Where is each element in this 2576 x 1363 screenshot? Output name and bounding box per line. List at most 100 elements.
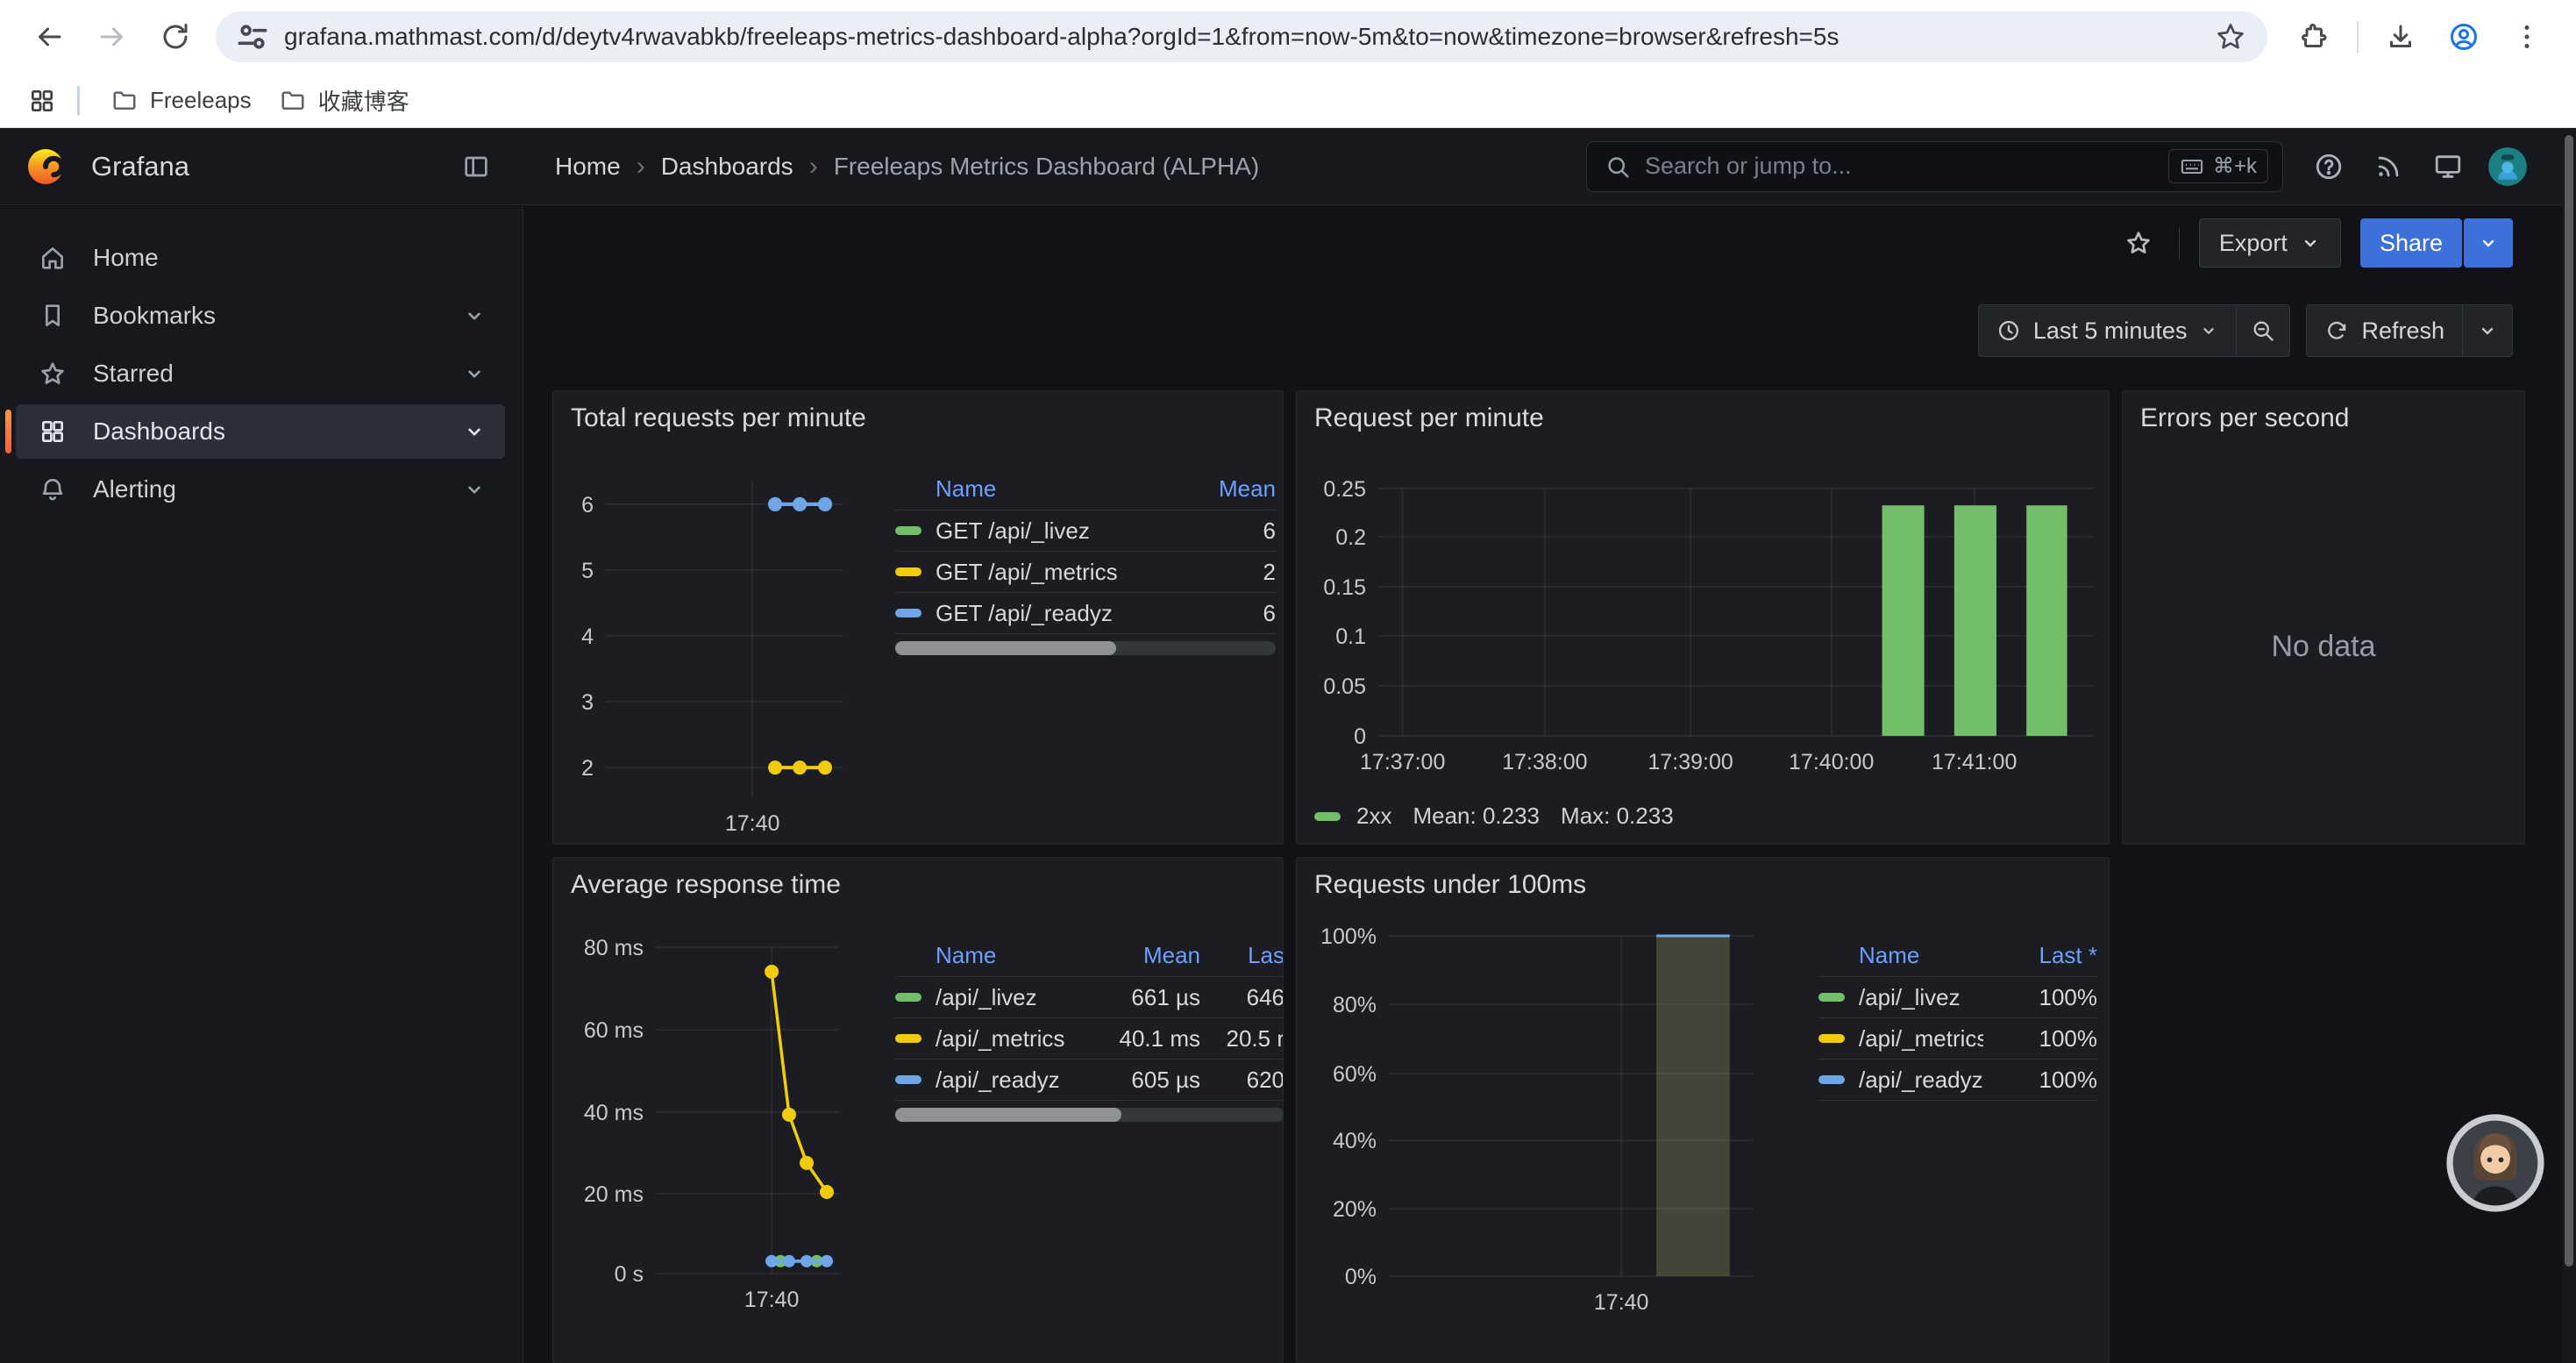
requests-under-100ms-chart[interactable]: 100%80%60%40%20%0%17:40 <box>1306 919 1814 1340</box>
search-input[interactable]: Search or jump to... ⌘+k <box>1586 141 2283 192</box>
series-max: Max: 0.233 <box>1561 803 1674 830</box>
back-icon[interactable] <box>30 18 68 56</box>
panel-average-response-time: Average response time 80 ms60 ms40 ms20 … <box>552 857 1284 1363</box>
page-scrollbar[interactable] <box>2562 128 2576 1363</box>
breadcrumb-separator: › <box>809 152 818 182</box>
chevron-down-icon <box>2477 320 2498 341</box>
svg-text:17:37:00: 17:37:00 <box>1360 750 1445 774</box>
export-button[interactable]: Export <box>2199 218 2341 268</box>
svg-text:4: 4 <box>581 624 594 649</box>
bookmarks-bar: Freeleaps 收藏博客 <box>0 74 2576 128</box>
dock-menu-icon[interactable] <box>459 149 494 184</box>
legend-row[interactable]: GET /api/_livez6 <box>895 510 1276 552</box>
zoom-out-button[interactable] <box>2236 305 2289 356</box>
search-icon <box>1605 153 1631 180</box>
svg-text:20 ms: 20 ms <box>584 1182 644 1207</box>
legend-scrollbar[interactable] <box>895 1108 1284 1122</box>
chevron-down-icon[interactable] <box>463 420 486 443</box>
tv-mode-icon[interactable] <box>2425 144 2471 189</box>
scrollbar-thumb[interactable] <box>2565 135 2573 1267</box>
svg-text:20%: 20% <box>1333 1197 1377 1222</box>
help-icon[interactable] <box>2306 144 2352 189</box>
svg-text:17:40: 17:40 <box>744 1288 800 1312</box>
legend-row[interactable]: /api/_readyz100% <box>1818 1060 2097 1101</box>
svg-text:0%: 0% <box>1345 1265 1377 1289</box>
sidebar-item-starred[interactable]: Starred <box>16 346 505 401</box>
series-name: /api/_metrics <box>936 1025 1064 1053</box>
apps-grid-icon[interactable] <box>23 82 61 120</box>
legend-scrollbar-thumb[interactable] <box>895 641 1116 655</box>
url-bar[interactable]: grafana.mathmast.com/d/deytv4rwavabkb/fr… <box>216 11 2267 62</box>
time-range-picker[interactable]: Last 5 minutes <box>1979 305 2237 356</box>
site-settings-icon[interactable] <box>233 18 272 56</box>
panel-title[interactable]: Request per minute <box>1314 403 1544 433</box>
legend-row[interactable]: /api/_livez100% <box>1818 977 2097 1018</box>
svg-text:40%: 40% <box>1333 1129 1377 1153</box>
time-controls: Last 5 minutes Refresh <box>1978 304 2513 357</box>
reload-icon[interactable] <box>156 18 195 56</box>
chevron-down-icon[interactable] <box>463 478 486 501</box>
chevron-down-icon[interactable] <box>463 304 486 327</box>
legend-row[interactable]: /api/_metrics40.1 ms20.5 r <box>895 1018 1284 1060</box>
panel-title[interactable]: Errors per second <box>2140 403 2349 433</box>
legend-row[interactable]: /api/_readyz605 µs620 <box>895 1060 1284 1101</box>
legend-inline[interactable]: 2xx Mean: 0.233 Max: 0.233 <box>1314 803 1674 830</box>
user-avatar[interactable] <box>2488 147 2527 186</box>
sidebar-item-alerting[interactable]: Alerting <box>16 462 505 517</box>
dashboard-main: Export Share <box>523 206 2576 1363</box>
legend-scrollbar[interactable] <box>895 641 1276 655</box>
series-name: /api/_readyz <box>1859 1067 1983 1094</box>
extensions-icon[interactable] <box>2295 18 2334 56</box>
bookmark-folder-freeleaps[interactable]: Freeleaps <box>97 80 266 121</box>
profile-icon[interactable] <box>2444 18 2483 56</box>
series-value: 6 <box>1171 600 1276 627</box>
star-icon <box>39 360 67 388</box>
bookmark-icon <box>39 302 67 330</box>
share-button[interactable]: Share <box>2360 218 2462 268</box>
series-value: 40.1 ms <box>1069 1025 1200 1053</box>
legend-row[interactable]: GET /api/_metrics2 <box>895 552 1276 593</box>
series-value: 100% <box>1983 1025 2097 1053</box>
sidebar-item-bookmarks[interactable]: Bookmarks <box>16 289 505 343</box>
svg-text:17:41:00: 17:41:00 <box>1932 750 2017 774</box>
legend-row[interactable]: GET /api/_readyz6 <box>895 593 1276 634</box>
breadcrumb-dashboards[interactable]: Dashboards <box>661 153 793 181</box>
favorite-star-icon[interactable] <box>2117 222 2160 264</box>
url-text[interactable]: grafana.mathmast.com/d/deytv4rwavabkb/fr… <box>284 23 2211 51</box>
refresh-button[interactable]: Refresh <box>2307 305 2462 356</box>
svg-text:0.15: 0.15 <box>1323 575 1366 600</box>
legend-row[interactable]: /api/_metrics100% <box>1818 1018 2097 1060</box>
panel-title[interactable]: Requests under 100ms <box>1314 870 1586 900</box>
browser-toolbar: grafana.mathmast.com/d/deytv4rwavabkb/fr… <box>0 0 2576 74</box>
sidebar-item-home[interactable]: Home <box>16 231 505 285</box>
refresh-interval-button[interactable] <box>2462 305 2512 356</box>
assistant-avatar[interactable] <box>2444 1112 2546 1214</box>
downloads-icon[interactable] <box>2381 18 2420 56</box>
bookmark-folder-label: 收藏博客 <box>318 84 409 117</box>
chevron-down-icon[interactable] <box>463 362 486 385</box>
legend-scrollbar-thumb[interactable] <box>895 1108 1121 1122</box>
svg-text:0.1: 0.1 <box>1335 624 1366 649</box>
svg-text:0.2: 0.2 <box>1335 525 1366 550</box>
grafana-app: Grafana Home › Dashboards › Freeleaps Me… <box>0 128 2576 1363</box>
panel-title[interactable]: Total requests per minute <box>571 403 866 433</box>
news-rss-icon[interactable] <box>2366 144 2411 189</box>
svg-text:2: 2 <box>581 756 594 781</box>
bookmark-star-icon[interactable] <box>2211 18 2250 56</box>
legend-row[interactable]: /api/_livez661 µs646 <box>895 977 1284 1018</box>
forward-icon[interactable] <box>93 18 132 56</box>
bell-icon <box>39 475 67 503</box>
panel-request-per-minute: Request per minute 0.250.20.150.10.05017… <box>1296 390 2110 845</box>
bookmark-folder-blogs[interactable]: 收藏博客 <box>266 77 423 124</box>
panel-title[interactable]: Average response time <box>571 870 841 900</box>
svg-text:17:40:00: 17:40:00 <box>1789 750 1874 774</box>
refresh-icon <box>2324 318 2349 343</box>
svg-text:3: 3 <box>581 690 594 715</box>
breadcrumb-home[interactable]: Home <box>555 153 621 181</box>
request-per-minute-chart[interactable]: 0.250.20.150.10.05017:37:0017:38:0017:39… <box>1306 453 2103 830</box>
series-name: 2xx <box>1356 803 1391 830</box>
menu-kebab-icon[interactable] <box>2508 18 2546 56</box>
share-menu-button[interactable] <box>2464 218 2513 268</box>
sidebar-item-dashboards[interactable]: Dashboards <box>16 404 505 459</box>
browser-actions <box>2283 18 2558 56</box>
